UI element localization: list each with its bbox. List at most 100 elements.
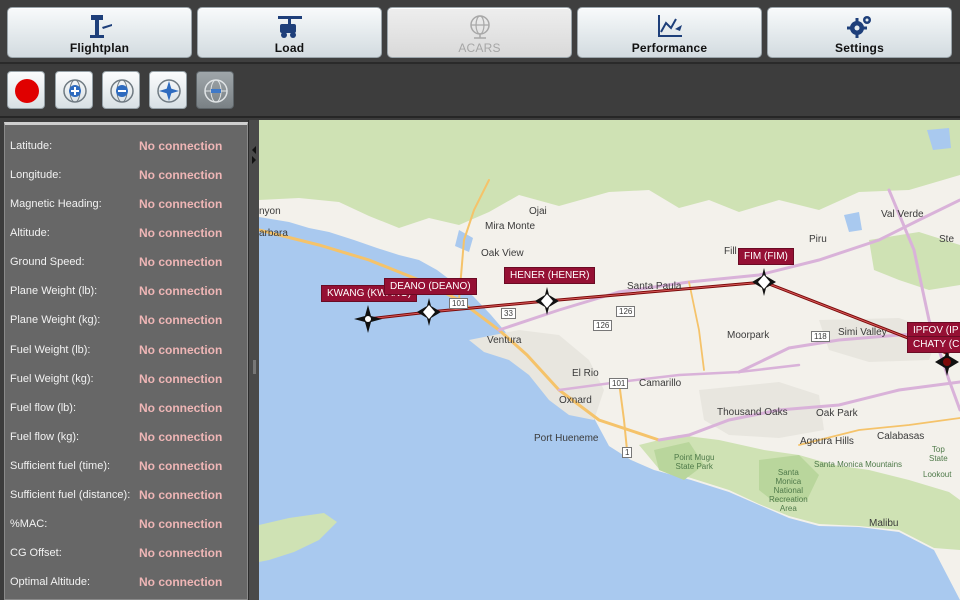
telemetry-row: Fuel flow (kg): No connection [5, 423, 247, 452]
zoom-in-icon [63, 79, 87, 103]
splitter-grip[interactable] [253, 360, 256, 374]
telemetry-row: Altitude: No connection [5, 219, 247, 248]
collapse-left-icon[interactable] [252, 146, 256, 154]
airport-tower-icon [89, 15, 112, 38]
telemetry-panel: Latitude: No connection Longitude: No conn… [4, 122, 248, 600]
telemetry-row: Optimal Altitude: No connection [5, 568, 247, 597]
globe-network-icon [469, 15, 490, 39]
row-value: No connection [139, 197, 223, 211]
row-value: No connection [139, 372, 223, 386]
row-label: Fuel Weight (kg): [10, 373, 94, 385]
settings-tab[interactable]: Settings [767, 7, 952, 58]
row-label: Magnetic Heading: [10, 198, 102, 210]
row-label: Sufficient fuel (time): [10, 460, 111, 472]
row-value: No connection [139, 401, 223, 415]
telemetry-row: Fuel Weight (lb): No connection [5, 336, 247, 365]
place-label: Fill [724, 246, 737, 257]
row-label: Fuel Weight (lb): [10, 344, 91, 356]
map-canvas[interactable] [259, 120, 960, 600]
place-label: Ste [939, 234, 955, 245]
park-label: Top State [929, 445, 948, 463]
place-label: Moorpark [727, 330, 770, 341]
place-label: Oak View [481, 248, 524, 259]
zoom-out-icon [110, 79, 134, 103]
waypoint-marker[interactable] [752, 268, 776, 296]
park-label: Santa Monica Mountains [814, 460, 903, 469]
row-value: No connection [139, 168, 223, 182]
telemetry-row: CG Offset: No connection [5, 539, 247, 568]
row-label: Plane Weight (kg): [10, 314, 101, 326]
load-tab[interactable]: Load [197, 7, 382, 58]
place-label: Calabasas [877, 431, 925, 442]
row-label: Latitude: [10, 140, 53, 152]
waypoint-label-deano[interactable]: DEANO (DEANO) [384, 278, 477, 295]
place-label: Agoura Hills [800, 436, 854, 447]
cargo-loader-icon [277, 16, 302, 38]
center-position-button[interactable] [149, 71, 187, 109]
row-label: Optimal Altitude: [10, 576, 91, 588]
map-toolbar [0, 66, 960, 118]
map-view[interactable]: KWANG (KWANG) DEANO (DEANO) HENER (HENER… [259, 120, 960, 600]
performance-tab[interactable]: Performance [577, 7, 762, 58]
place-label: El Rio [572, 368, 599, 379]
telemetry-row: Plane Weight (lb): No connection [5, 277, 247, 306]
road-shield: 1 [622, 447, 633, 458]
place-label: Mira Monte [485, 221, 536, 232]
place-label: Piru [809, 234, 827, 245]
telemetry-row: Sufficient fuel (time): No connection [5, 452, 247, 481]
park-label: Lookout [923, 470, 952, 479]
waypoint-marker[interactable] [417, 298, 441, 326]
flightplan-tab[interactable]: Flightplan [7, 7, 192, 58]
row-label: Fuel flow (lb): [10, 402, 77, 414]
waypoint-marker[interactable] [535, 287, 559, 315]
row-value: No connection [139, 313, 223, 327]
center-position-icon [157, 79, 181, 103]
road-shield: 126 [593, 320, 613, 331]
place-label: Camarillo [639, 378, 682, 389]
telemetry-row: Longitude: No connection [5, 161, 247, 190]
row-value: No connection [139, 226, 223, 240]
place-label: Port Hueneme [534, 433, 599, 444]
park-label: Point Mugu State Park [674, 453, 715, 471]
waypoint-label-hener[interactable]: HENER (HENER) [504, 267, 596, 284]
acars-tab[interactable]: ACARS [387, 7, 572, 58]
place-label: Malibu [869, 518, 899, 529]
place-label: arbara [259, 228, 288, 239]
row-value: No connection [139, 343, 223, 357]
zoom-in-button[interactable] [55, 71, 93, 109]
row-label: Plane Weight (lb): [10, 285, 98, 297]
record-button[interactable] [7, 71, 45, 109]
road-shield: 126 [616, 306, 636, 317]
panel-splitter[interactable] [248, 120, 259, 600]
row-label: Longitude: [10, 169, 62, 181]
place-label: Santa Paula [627, 281, 682, 292]
waypoint-label-chaty[interactable]: CHATY (C [907, 336, 960, 353]
row-value: No connection [139, 459, 223, 473]
road-shield: 101 [449, 298, 469, 309]
acars-label: ACARS [458, 41, 501, 55]
map-layers-button[interactable] [196, 71, 234, 109]
row-label: Fuel flow (kg): [10, 431, 80, 443]
row-value: No connection [139, 546, 223, 560]
waypoint-label-fim[interactable]: FIM (FIM) [738, 248, 794, 265]
road-shield: 33 [501, 308, 516, 319]
row-label: CG Offset: [10, 547, 62, 559]
place-label: Thousand Oaks [717, 407, 788, 418]
row-value: No connection [139, 517, 223, 531]
telemetry-row: Magnetic Heading: No connection [5, 190, 247, 219]
main-navigation: Flightplan Load ACARS Performance Settin… [0, 0, 960, 64]
performance-label: Performance [631, 41, 708, 55]
load-label: Load [274, 41, 305, 55]
record-icon [15, 79, 39, 103]
telemetry-row: Sufficient fuel (distance): No connection [5, 481, 247, 510]
expand-right-icon[interactable] [252, 156, 256, 164]
telemetry-row: %MAC: No connection [5, 510, 247, 539]
telemetry-row: Plane Weight (kg): No connection [5, 306, 247, 335]
telemetry-row: Latitude: No connection [5, 132, 247, 161]
row-label: %MAC: [10, 518, 48, 530]
row-value: No connection [139, 255, 223, 269]
row-value: No connection [139, 488, 223, 502]
place-label: nyon [259, 206, 281, 217]
waypoint-marker[interactable] [354, 305, 382, 333]
zoom-out-button[interactable] [102, 71, 140, 109]
